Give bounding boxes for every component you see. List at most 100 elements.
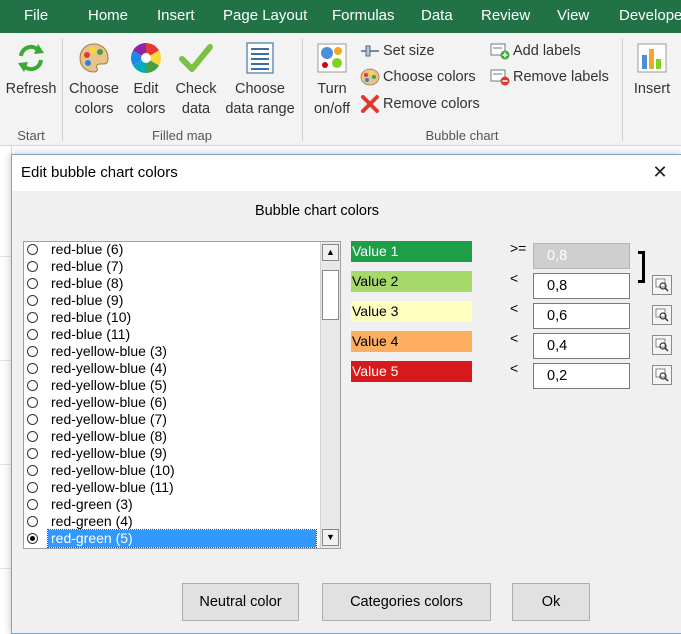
radio-empty-icon[interactable]	[27, 261, 38, 272]
palette-item[interactable]: red-yellow-blue (7)	[24, 411, 320, 428]
tab-developer[interactable]: Develope	[619, 0, 681, 33]
grid-line	[0, 256, 11, 257]
neutral-color-button[interactable]: Neutral color	[182, 583, 299, 621]
radio-empty-icon[interactable]	[27, 329, 38, 340]
palette-item-label: red-yellow-blue (11)	[51, 479, 174, 495]
scroll-down-button[interactable]: ▼	[322, 529, 339, 546]
radio-empty-icon[interactable]	[27, 397, 38, 408]
magnifier-icon	[655, 308, 669, 322]
palette-item[interactable]: red-yellow-blue (11)	[24, 479, 320, 496]
bubble-choose-colors-button[interactable]: Choose colors	[360, 65, 476, 89]
palette-item[interactable]: red-green (3)	[24, 496, 320, 513]
tab-data[interactable]: Data	[421, 0, 453, 33]
palette-item[interactable]: red-green (5)	[24, 529, 320, 548]
slider-icon	[361, 45, 379, 57]
palette-item[interactable]: red-yellow-blue (4)	[24, 360, 320, 377]
radio-empty-icon[interactable]	[27, 244, 38, 255]
palette-item-label: red-yellow-blue (10)	[51, 462, 175, 478]
radio-empty-icon[interactable]	[27, 278, 38, 289]
radio-empty-icon[interactable]	[27, 516, 38, 527]
magnifier-icon	[655, 278, 669, 292]
radio-empty-icon[interactable]	[27, 414, 38, 425]
palette-item-label: red-blue (11)	[51, 326, 131, 342]
value-swatch[interactable]: Value 3	[351, 301, 472, 322]
value-threshold-input[interactable]: 0,4	[533, 333, 630, 359]
choose-colors-button[interactable]: Choose colors	[66, 41, 122, 119]
value-operator: >=	[510, 240, 527, 256]
radio-empty-icon[interactable]	[27, 482, 38, 493]
close-icon[interactable]: ✕	[650, 162, 670, 182]
radio-empty-icon[interactable]	[27, 363, 38, 374]
remove-colors-button[interactable]: Remove colors	[360, 92, 480, 116]
ribbon: Refresh Start Choose colors Edit colors	[0, 33, 681, 146]
group-label-start: Start	[17, 128, 45, 143]
tab-review[interactable]: Review	[481, 0, 530, 33]
palette-item[interactable]: red-blue (8)	[24, 275, 320, 292]
bubbles-icon	[317, 43, 347, 73]
tab-file[interactable]: File	[24, 0, 48, 33]
palette-item[interactable]: red-yellow-blue (9)	[24, 445, 320, 462]
cell-picker-button[interactable]	[652, 275, 672, 295]
palette-item[interactable]: red-blue (7)	[24, 258, 320, 275]
value-threshold-input[interactable]: 0,6	[533, 303, 630, 329]
edit-bubble-colors-dialog: Edit bubble chart colors ✕ Bubble chart …	[11, 154, 681, 634]
turn-on-off-button[interactable]: Turn on/off	[307, 41, 357, 119]
palette-item[interactable]: red-yellow-blue (3)	[24, 343, 320, 360]
value-threshold-input[interactable]: 0,2	[533, 363, 630, 389]
value-swatch[interactable]: Value 5	[351, 361, 472, 382]
add-labels-button[interactable]: Add labels	[490, 39, 581, 63]
cell-picker-button[interactable]	[652, 365, 672, 385]
value-swatch[interactable]: Value 2	[351, 271, 472, 292]
categories-colors-button[interactable]: Categories colors	[322, 583, 491, 621]
red-x-icon	[361, 95, 379, 114]
scroll-thumb[interactable]	[322, 270, 339, 320]
data-range-icon	[246, 42, 274, 74]
radio-empty-icon[interactable]	[27, 431, 38, 442]
radio-empty-icon[interactable]	[27, 465, 38, 476]
refresh-button[interactable]: Refresh	[5, 41, 57, 99]
palette-item[interactable]: red-yellow-blue (10)	[24, 462, 320, 479]
edit-colors-button[interactable]: Edit colors	[122, 41, 170, 119]
radio-empty-icon[interactable]	[27, 448, 38, 459]
list-scrollbar[interactable]: ▲ ▼	[320, 242, 340, 548]
value-swatch[interactable]: Value 4	[351, 331, 472, 352]
radio-empty-icon[interactable]	[27, 380, 38, 391]
value-swatch[interactable]: Value 1	[351, 241, 472, 262]
palette-item[interactable]: red-blue (6)	[24, 242, 320, 258]
add-labels-label: Add labels	[513, 43, 581, 59]
tab-view[interactable]: View	[557, 0, 589, 33]
palette-item[interactable]: red-blue (9)	[24, 292, 320, 309]
color-wheel-icon	[130, 42, 162, 73]
cell-picker-button[interactable]	[652, 335, 672, 355]
palette-listbox[interactable]: red-blue (6) red-blue (7) red-blue (8) red-…	[23, 241, 341, 549]
palette-item[interactable]: red-blue (11)	[24, 326, 320, 343]
choose-data-range-button[interactable]: Choose data range	[221, 41, 299, 119]
radio-empty-icon[interactable]	[27, 346, 38, 357]
tab-home[interactable]: Home	[88, 0, 128, 33]
radio-empty-icon[interactable]	[27, 312, 38, 323]
palette-item[interactable]: red-yellow-blue (6)	[24, 394, 320, 411]
radio-selected-icon[interactable]	[27, 533, 38, 544]
tab-formulas[interactable]: Formulas	[332, 0, 395, 33]
set-size-button[interactable]: Set size	[360, 39, 435, 63]
radio-empty-icon[interactable]	[27, 295, 38, 306]
cell-picker-button[interactable]	[652, 305, 672, 325]
check-data-label: Check data	[175, 81, 217, 117]
palette-item[interactable]: red-yellow-blue (5)	[24, 377, 320, 394]
ok-button[interactable]: Ok	[512, 583, 590, 621]
palette-item[interactable]: red-blue (10)	[24, 309, 320, 326]
palette-item-label: red-blue (8)	[51, 275, 124, 291]
palette-item-label: red-yellow-blue (8)	[51, 428, 167, 444]
remove-labels-button[interactable]: Remove labels	[490, 65, 609, 89]
checkmark-icon	[179, 44, 213, 72]
check-data-button[interactable]: Check data	[172, 41, 220, 119]
palette-item[interactable]: red-yellow-blue (8)	[24, 428, 320, 445]
insert-chart-button[interactable]: Insert	[628, 41, 676, 99]
value-threshold-input[interactable]: 0,8	[533, 273, 630, 299]
palette-item-label: red-green (5)	[47, 529, 317, 548]
scroll-up-button[interactable]: ▲	[322, 244, 339, 261]
tab-page-layout[interactable]: Page Layout	[223, 0, 307, 33]
tab-insert[interactable]: Insert	[157, 0, 195, 33]
radio-empty-icon[interactable]	[27, 499, 38, 510]
palette-item[interactable]: red-green (4)	[24, 513, 320, 530]
